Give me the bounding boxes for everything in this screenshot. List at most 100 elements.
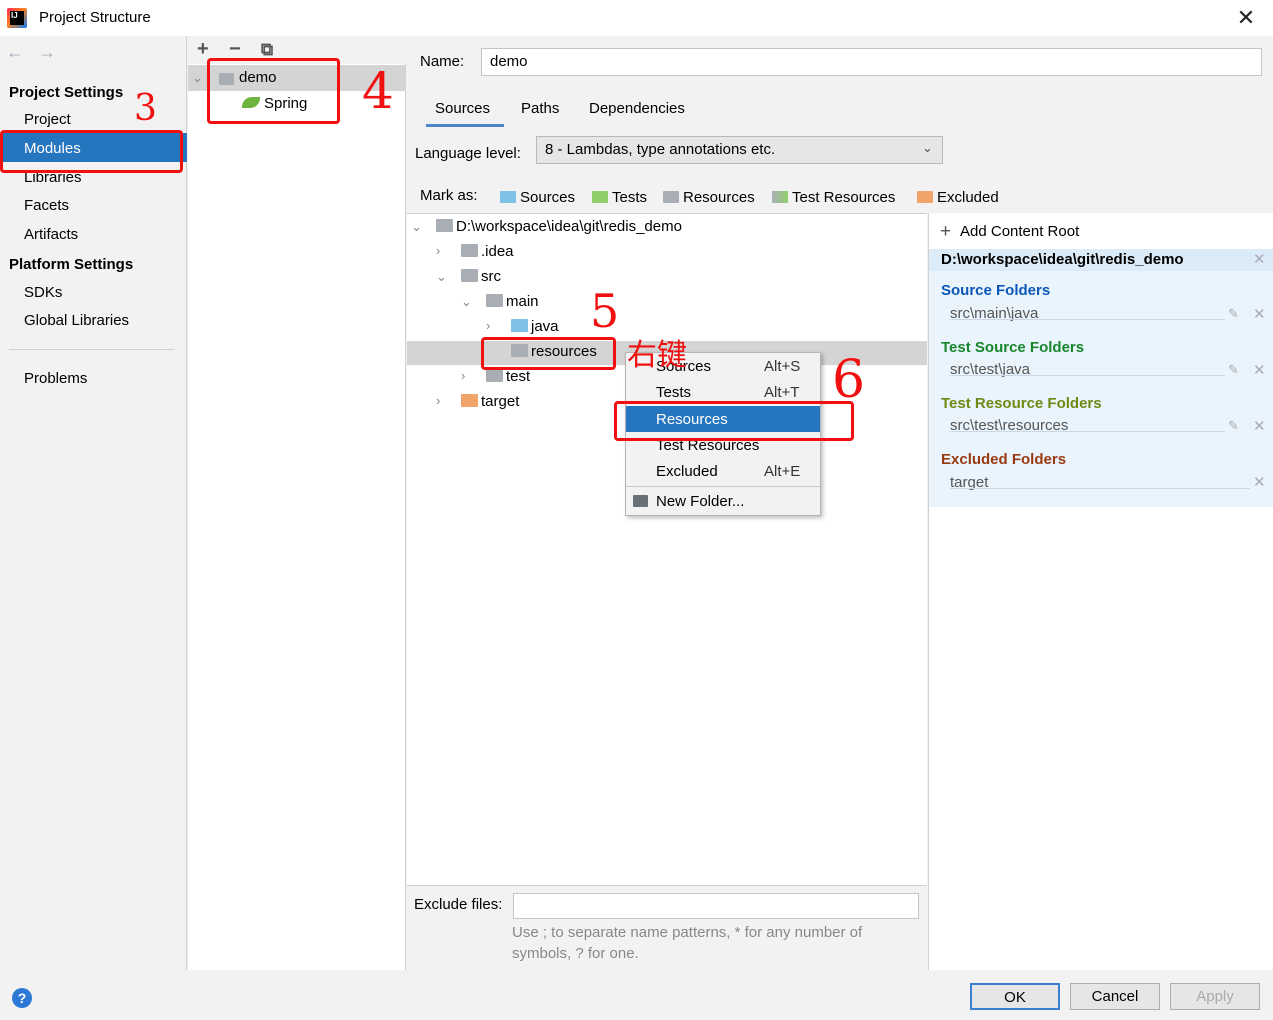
divider	[950, 488, 1250, 489]
ok-button[interactable]: OK	[970, 983, 1060, 1010]
tree-test-label: test	[506, 368, 531, 385]
tree-node-java[interactable]: java	[511, 318, 559, 335]
annotation-number-3: 3	[134, 88, 157, 129]
tree-main-label: main	[506, 293, 539, 310]
mark-tests-label: Tests	[612, 189, 648, 206]
exclude-files-input[interactable]	[513, 893, 919, 919]
edit-pencil-icon[interactable]: ✎	[1228, 362, 1239, 378]
annotation-box-resources	[481, 337, 616, 370]
tree-node-idea[interactable]: .idea	[461, 243, 514, 260]
tree-node-test[interactable]: test	[486, 368, 530, 385]
menu-item-new-folder[interactable]: New Folder...	[656, 493, 744, 510]
annotation-box-demo	[207, 58, 340, 124]
divider	[950, 431, 1225, 432]
mark-test-resources-label: Test Resources	[792, 189, 896, 206]
mark-excluded-label: Excluded	[937, 189, 999, 206]
language-level-label: Language level:	[415, 145, 521, 162]
tree-root-label: D:\workspace\idea\git\redis_demo	[456, 218, 682, 235]
tree-target-label: target	[481, 393, 520, 410]
expand-chevron-icon[interactable]: ⌄	[411, 219, 422, 235]
collapse-chevron-icon[interactable]: ›	[436, 393, 440, 408]
folder-icon	[486, 369, 503, 382]
folder-icon	[461, 269, 478, 282]
remove-folder-icon[interactable]: ✕	[1253, 305, 1266, 323]
close-icon[interactable]: ✕	[1234, 4, 1258, 32]
collapse-chevron-icon[interactable]: ›	[461, 368, 465, 383]
menu-item-excluded[interactable]: Excluded	[656, 463, 718, 480]
mark-test-resources-button[interactable]: Test Resources	[772, 189, 895, 206]
expand-chevron-icon[interactable]: ⌄	[461, 294, 472, 310]
copy-module-icon[interactable]: ⧉	[261, 40, 273, 60]
nav-item-project[interactable]: Project	[24, 111, 71, 128]
window-title: Project Structure	[39, 9, 151, 26]
edit-pencil-icon[interactable]: ✎	[1228, 418, 1239, 434]
folder-icon	[461, 244, 478, 257]
cancel-button[interactable]: Cancel	[1070, 983, 1160, 1010]
sources-folder-icon	[500, 191, 516, 203]
project-settings-heading: Project Settings	[9, 84, 124, 101]
mark-sources-label: Sources	[520, 189, 576, 206]
folder-icon	[486, 294, 503, 307]
name-label: Name:	[420, 53, 465, 70]
expand-chevron-icon[interactable]: ⌄	[436, 269, 447, 285]
collapse-chevron-icon[interactable]: ›	[486, 318, 490, 333]
remove-folder-icon[interactable]: ✕	[1253, 361, 1266, 379]
mark-excluded-button[interactable]: Excluded	[917, 189, 999, 206]
new-folder-icon	[633, 495, 648, 507]
add-content-root-button[interactable]: Add Content Root	[960, 223, 1079, 240]
annotation-number-5: 5	[590, 284, 620, 338]
source-folders-heading: Source Folders	[941, 282, 1051, 299]
annotation-right-click: 右键	[627, 338, 687, 373]
divider	[950, 375, 1225, 376]
menu-item-tests[interactable]: Tests	[656, 384, 691, 401]
menu-divider	[626, 486, 820, 487]
expand-chevron-icon[interactable]: ⌄	[192, 70, 203, 86]
tree-node-src[interactable]: src	[461, 268, 501, 285]
remove-folder-icon[interactable]: ✕	[1253, 417, 1266, 435]
nav-item-artifacts[interactable]: Artifacts	[24, 226, 78, 243]
mark-resources-label: Resources	[683, 189, 755, 206]
apply-button[interactable]: Apply	[1170, 983, 1260, 1010]
tree-node-root[interactable]: D:\workspace\idea\git\redis_demo	[436, 218, 682, 235]
source-folder-icon	[511, 319, 528, 332]
forward-arrow-icon[interactable]: →	[38, 42, 56, 63]
test-source-folders-heading: Test Source Folders	[941, 339, 1085, 356]
tree-src-label: src	[481, 268, 501, 285]
help-icon[interactable]: ?	[12, 988, 32, 1008]
add-icon[interactable]: +	[940, 221, 951, 243]
tab-sources[interactable]: Sources	[435, 100, 490, 117]
back-arrow-icon[interactable]: ←	[6, 42, 24, 63]
mark-resources-button[interactable]: Resources	[663, 189, 755, 206]
nav-item-global-libraries[interactable]: Global Libraries	[24, 312, 129, 329]
tree-node-main[interactable]: main	[486, 293, 539, 310]
collapse-chevron-icon[interactable]: ›	[436, 243, 440, 258]
chevron-down-icon[interactable]: ⌄	[922, 140, 933, 156]
mark-as-label: Mark as:	[420, 187, 478, 204]
tab-paths[interactable]: Paths	[521, 100, 559, 117]
tree-node-target[interactable]: target	[461, 393, 519, 410]
shortcut-tests: Alt+T	[764, 384, 800, 401]
add-module-icon[interactable]: +	[197, 38, 209, 61]
annotation-number-4: 4	[362, 62, 394, 120]
remove-folder-icon[interactable]: ✕	[1253, 473, 1266, 491]
intellij-app-icon: IJ	[7, 8, 27, 28]
language-level-select[interactable]: 8 - Lambdas, type annotations etc.	[536, 136, 943, 164]
exclude-files-label: Exclude files:	[414, 896, 503, 913]
title-bar	[0, 0, 1273, 36]
nav-item-problems[interactable]: Problems	[24, 370, 87, 387]
shortcut-sources: Alt+S	[764, 358, 801, 375]
nav-item-sdks[interactable]: SDKs	[24, 284, 62, 301]
test-resource-folders-heading: Test Resource Folders	[941, 395, 1102, 412]
mark-sources-button[interactable]: Sources	[500, 189, 575, 206]
remove-root-icon[interactable]: ✕	[1253, 250, 1266, 268]
tree-java-label: java	[531, 318, 559, 335]
edit-pencil-icon[interactable]: ✎	[1228, 306, 1239, 322]
mark-tests-button[interactable]: Tests	[592, 189, 647, 206]
content-root-path: D:\workspace\idea\git\redis_demo	[941, 251, 1184, 268]
tests-folder-icon	[592, 191, 608, 203]
module-name-input[interactable]: demo	[481, 48, 1262, 76]
module-list-panel	[188, 36, 406, 970]
excluded-folder-icon	[917, 191, 933, 203]
nav-item-facets[interactable]: Facets	[24, 197, 69, 214]
tab-dependencies[interactable]: Dependencies	[589, 100, 685, 117]
